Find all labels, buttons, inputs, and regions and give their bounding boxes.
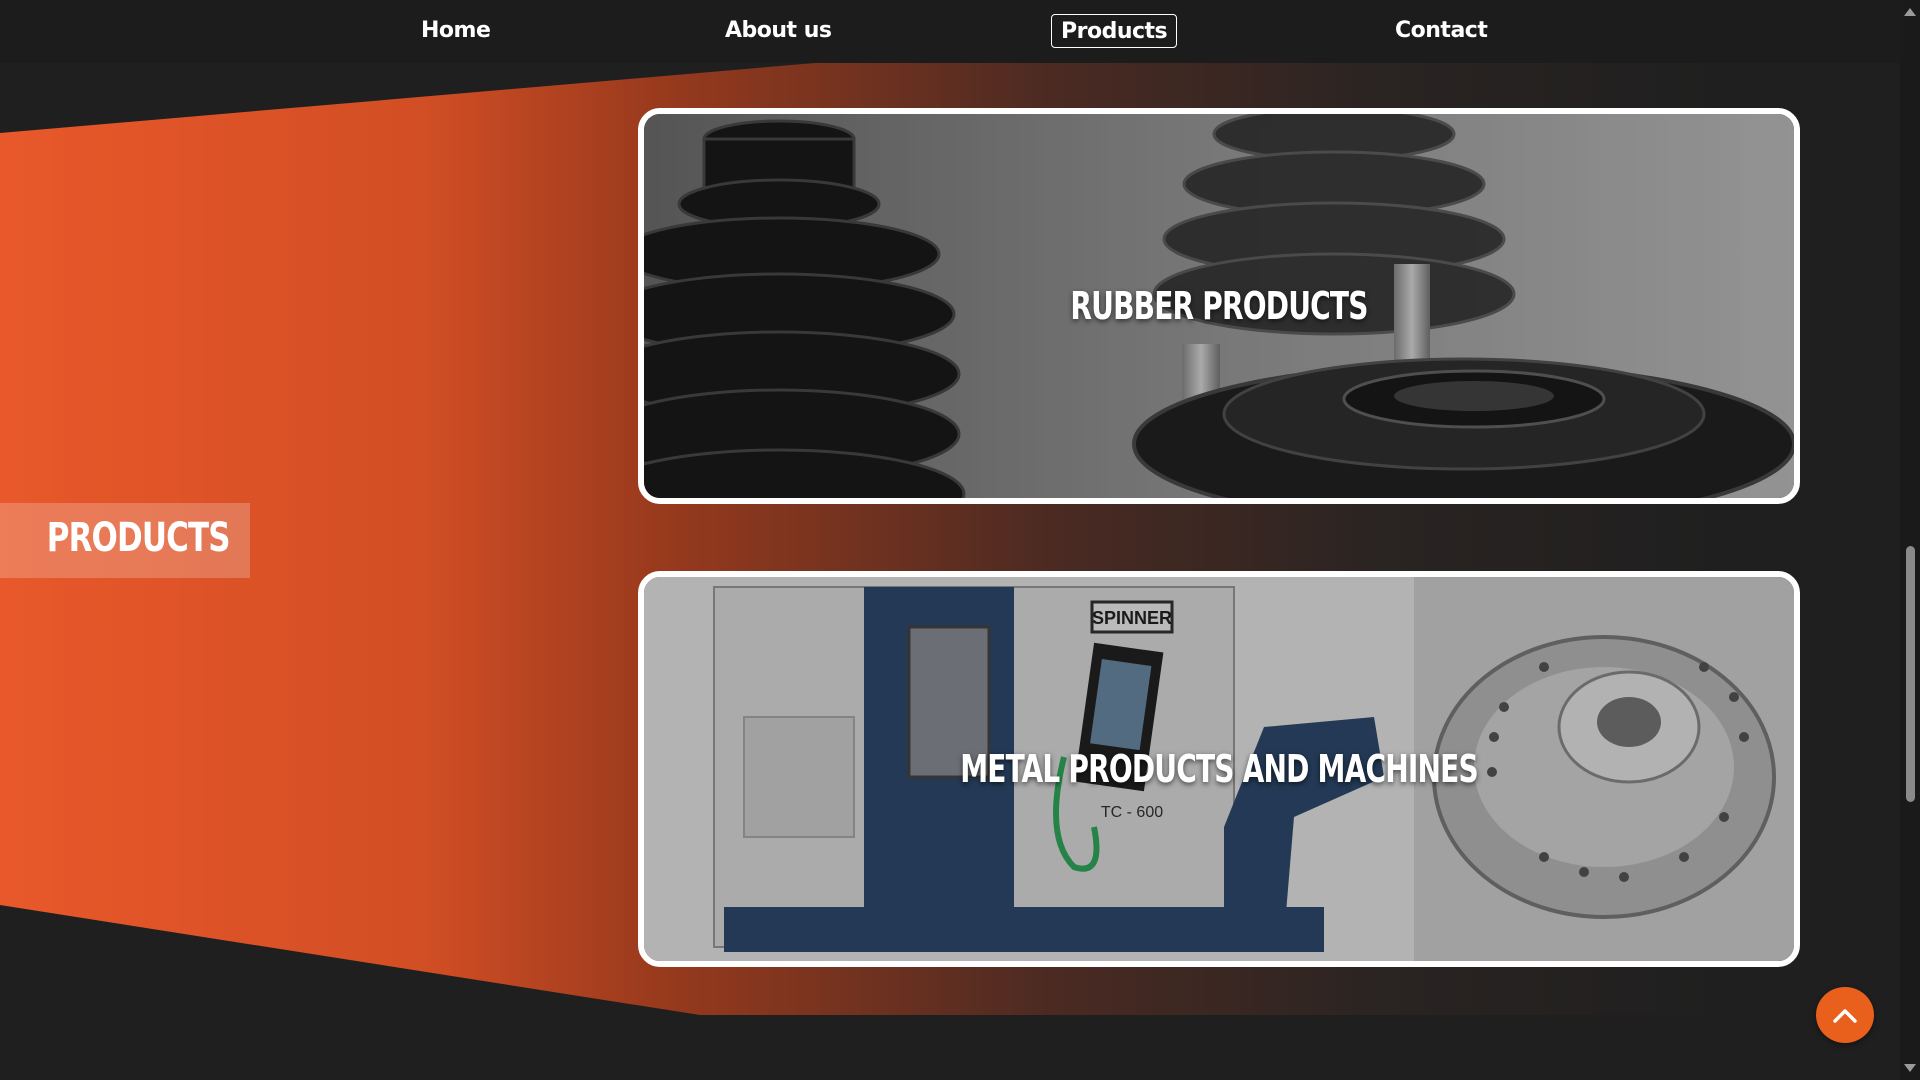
top-navbar: Home About us Products Contact — [0, 0, 1900, 63]
rubber-products-card[interactable]: RUBBER PRODUCTS — [638, 108, 1800, 504]
chevron-up-icon — [1833, 1009, 1857, 1023]
nav-home[interactable]: Home — [412, 14, 499, 48]
section-label: PRODUCTS — [0, 503, 250, 578]
nav-products[interactable]: Products — [1051, 14, 1178, 48]
scroll-down-arrow-icon[interactable] — [1904, 1064, 1916, 1072]
nav-contact[interactable]: Contact — [1386, 14, 1496, 48]
page-scrollbar[interactable] — [1900, 0, 1920, 1080]
back-to-top-button[interactable] — [1816, 987, 1874, 1043]
scroll-thumb[interactable] — [1906, 546, 1915, 802]
section-title: PRODUCTS — [47, 515, 231, 561]
scroll-up-arrow-icon[interactable] — [1904, 8, 1916, 16]
metal-products-card[interactable]: SPINNER TC - 600 METAL PRODUCTS AND MACH… — [638, 571, 1800, 967]
rubber-products-title: RUBBER PRODUCTS — [1070, 284, 1368, 328]
nav-about-us[interactable]: About us — [716, 14, 840, 48]
metal-products-title: METAL PRODUCTS AND MACHINES — [960, 747, 1478, 791]
